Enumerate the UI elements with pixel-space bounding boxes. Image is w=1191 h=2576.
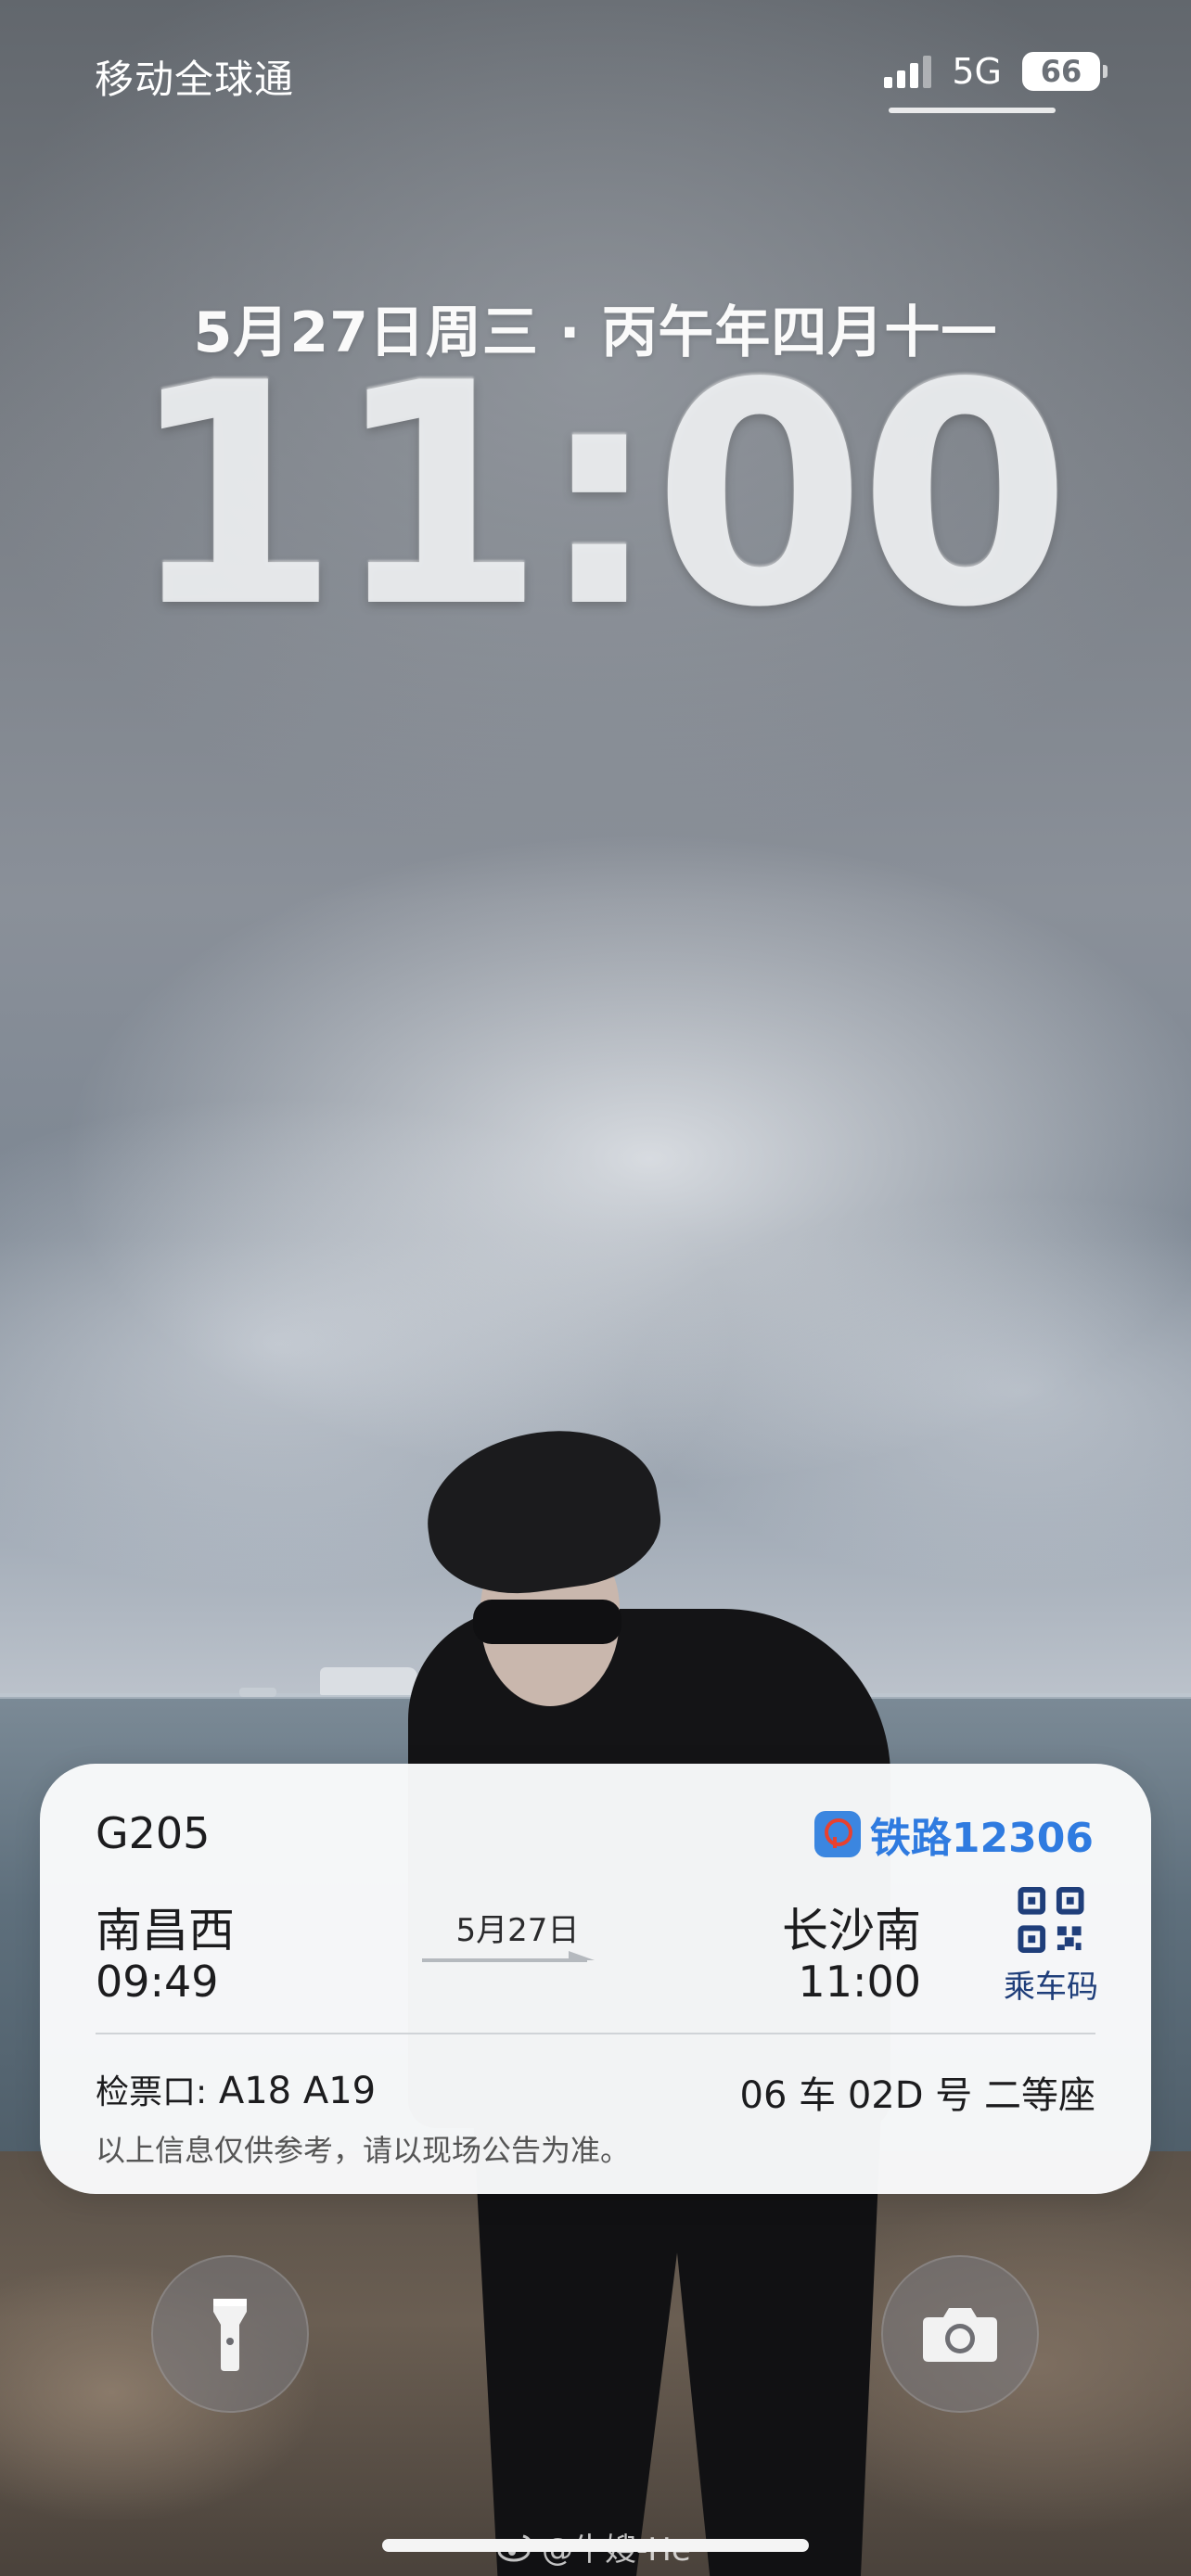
railway-logo-icon [813, 1811, 861, 1857]
wallpaper-boat [239, 1688, 276, 1697]
train-number: G205 [96, 1808, 211, 1858]
app-name: 铁路12306 [869, 1815, 1094, 1862]
ticket-gate-label: 检票口: [96, 2073, 208, 2111]
boarding-code-button[interactable]: 乘车码 [991, 1886, 1111, 2007]
camera-button[interactable] [881, 2255, 1039, 2413]
wallpaper-person-sunglasses [473, 1600, 621, 1644]
camera-icon [923, 2308, 997, 2362]
train-ticket-widget[interactable]: G205 铁路12306 南昌西 09:49 5月27日 长沙南 11:00 乘… [40, 1764, 1151, 2194]
arrival-time: 11:00 [798, 1957, 921, 2007]
seat-info: 06 车 02D 号 二等座 [739, 2074, 1095, 2117]
route-arrow-icon [422, 1951, 595, 1962]
departure-station: 南昌西 [96, 1904, 235, 1958]
qr-code-icon [1018, 1886, 1084, 1954]
arrival-station: 长沙南 [782, 1904, 921, 1958]
lock-screen-clock[interactable]: 11:00 [0, 343, 1191, 649]
carrier-name: 移动全球通 [95, 57, 295, 102]
network-type: 5G [952, 51, 1002, 92]
battery-level: 66 [1040, 54, 1082, 89]
status-indicators: 5G 66 [884, 48, 1108, 95]
signal-strength-icon [884, 55, 932, 88]
flashlight-button[interactable] [151, 2255, 309, 2413]
wallpaper-ship [320, 1667, 417, 1695]
ticket-gate-value: A18 A19 [218, 2070, 377, 2112]
flashlight-icon [213, 2299, 247, 2371]
ticket-gate-info: 检票口: A18 A19 [96, 2065, 376, 2113]
widget-divider [96, 2033, 1095, 2034]
boarding-code-label: 乘车码 [1004, 1969, 1098, 2006]
disclaimer-text: 以上信息仅供参考，请以现场公告为准。 [96, 2133, 631, 2168]
departure-time: 09:49 [96, 1957, 219, 2007]
battery-icon: 66 [1022, 52, 1108, 91]
control-center-indicator[interactable] [889, 108, 1056, 113]
home-indicator[interactable] [382, 2539, 809, 2552]
travel-date: 5月27日 [455, 1912, 580, 1949]
app-badge: 铁路12306 [813, 1804, 1094, 1864]
